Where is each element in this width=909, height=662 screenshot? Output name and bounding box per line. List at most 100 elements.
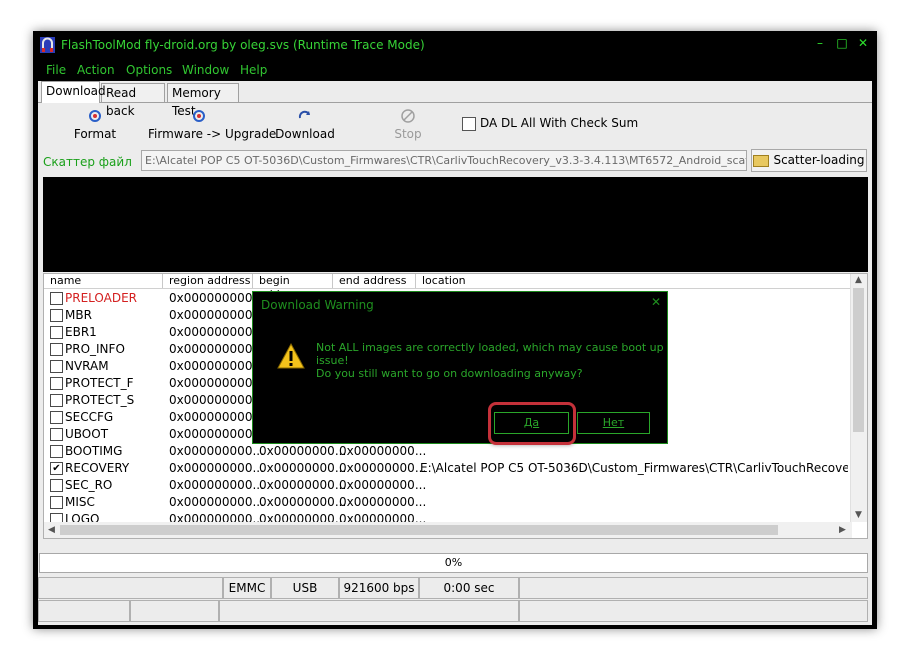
- horizontal-scroll-thumb[interactable]: [60, 525, 778, 535]
- format-icon: [89, 110, 101, 122]
- menu-window[interactable]: Window: [182, 63, 229, 77]
- close-button[interactable]: ✕: [856, 36, 870, 50]
- column-end-address[interactable]: end address: [333, 274, 416, 288]
- tab-memory-test[interactable]: Memory Test: [167, 83, 239, 118]
- row-checkbox[interactable]: [50, 445, 63, 458]
- cell-name: PRELOADER: [65, 291, 138, 305]
- row-checkbox[interactable]: [50, 343, 63, 356]
- title-bar: FlashToolMod fly-droid.org by oleg.svs (…: [33, 31, 877, 60]
- cell-end: 0x00000000...: [339, 461, 427, 475]
- table-row[interactable]: BOOTIMG 0x000000000... 0x00000000... 0x0000…: [44, 442, 852, 459]
- checksum-checkbox[interactable]: [462, 117, 476, 131]
- firmware-upgrade-label: Firmware -> Upgrade: [148, 127, 277, 141]
- row-checkbox[interactable]: [50, 428, 63, 441]
- menu-action[interactable]: Action: [77, 63, 115, 77]
- vertical-scroll-thumb[interactable]: [853, 288, 864, 432]
- tab-divider: [38, 102, 872, 103]
- window-title: FlashToolMod fly-droid.org by oleg.svs (…: [61, 38, 425, 52]
- table-row[interactable]: ✔ RECOVERY 0x000000000... 0x00000000... 0x00…: [44, 459, 852, 476]
- scroll-down-icon[interactable]: ▼: [855, 510, 862, 520]
- maximize-button[interactable]: □: [835, 36, 849, 50]
- column-region-address[interactable]: region address: [163, 274, 253, 288]
- table-row[interactable]: MISC 0x000000000... 0x00000000... 0x0000000…: [44, 493, 852, 510]
- stop-button[interactable]: Stop: [383, 104, 433, 144]
- cell-name: MISC: [65, 495, 95, 509]
- cell-name: EBR1: [65, 325, 97, 339]
- tab-download[interactable]: Download: [41, 81, 106, 103]
- row-checkbox[interactable]: [50, 496, 63, 509]
- dialog-message: Not ALL images are correctly loaded, whi…: [316, 341, 664, 380]
- row-checkbox[interactable]: [50, 292, 63, 305]
- dialog-message-line-2: issue!: [316, 354, 349, 367]
- cell-name: NVRAM: [65, 359, 109, 373]
- cell-location: E:\Alcatel POP C5 OT-5036D\Custom_Firmwa…: [420, 461, 848, 475]
- status-storage: EMMC: [223, 577, 271, 599]
- cell-name: SEC_RO: [65, 478, 113, 492]
- no-button[interactable]: Нет: [577, 412, 650, 434]
- cell-region: 0x000000000...: [169, 393, 264, 407]
- column-begin-address[interactable]: begin address: [253, 274, 333, 301]
- cell-region: 0x000000000...: [169, 478, 264, 492]
- cell-end: 0x00000000...: [339, 495, 427, 509]
- tab-read-back[interactable]: Read back: [101, 83, 165, 118]
- cell-region: 0x000000000...: [169, 495, 264, 509]
- cell-region: 0x000000000...: [169, 359, 264, 373]
- download-icon: [298, 110, 310, 119]
- scatter-file-label: Скаттер файл: [43, 155, 132, 169]
- scatter-loading-button[interactable]: Scatter-loading: [751, 149, 867, 172]
- firmware-upgrade-icon: [193, 110, 205, 122]
- dialog-close-icon[interactable]: ✕: [651, 295, 661, 309]
- cell-name: SECCFG: [65, 410, 114, 424]
- scroll-up-icon[interactable]: ▲: [855, 275, 862, 285]
- column-name[interactable]: name: [44, 274, 163, 288]
- row-checkbox[interactable]: ✔: [50, 462, 63, 475]
- format-button[interactable]: Format: [60, 104, 130, 144]
- table-row[interactable]: SEC_RO 0x000000000... 0x00000000... 0x00000…: [44, 476, 852, 493]
- download-warning-dialog: Download Warning ✕ Not ALL images are co…: [252, 291, 668, 444]
- menu-options[interactable]: Options: [126, 63, 172, 77]
- row-checkbox[interactable]: [50, 411, 63, 424]
- scatter-loading-label: Scatter-loading: [773, 153, 865, 167]
- row-checkbox[interactable]: [50, 377, 63, 390]
- format-label: Format: [73, 127, 117, 141]
- menu-help[interactable]: Help: [240, 63, 267, 77]
- cell-region: 0x000000000...: [169, 308, 264, 322]
- download-label: Download: [275, 127, 335, 141]
- toolbar: Format Firmware -> Upgrade Download Stop: [38, 104, 872, 144]
- row-checkbox[interactable]: [50, 360, 63, 373]
- scatter-file-path[interactable]: E:\Alcatel POP C5 OT-5036D\Custom_Firmwa…: [141, 150, 747, 171]
- status-cell-empty-1: [38, 577, 223, 599]
- status-cell-empty-6: [519, 600, 868, 622]
- cell-region: 0x000000000...: [169, 444, 264, 458]
- cell-begin: 0x00000000...: [259, 495, 347, 509]
- vertical-scrollbar[interactable]: ▲ ▼: [850, 274, 867, 522]
- app-icon: [40, 37, 55, 53]
- status-time: 0:00 sec: [419, 577, 519, 599]
- download-button[interactable]: Download: [273, 104, 337, 144]
- cell-region: 0x000000000...: [169, 376, 264, 390]
- firmware-upgrade-button[interactable]: Firmware -> Upgrade: [148, 104, 277, 144]
- scroll-right-icon[interactable]: ▶: [839, 525, 846, 535]
- status-cell-empty-4: [130, 600, 219, 622]
- cell-region: 0x000000000...: [169, 410, 264, 424]
- status-cell-empty-5: [219, 600, 519, 622]
- stop-icon: [401, 109, 415, 123]
- minimize-button[interactable]: –: [813, 36, 827, 50]
- cell-begin: 0x00000000...: [259, 478, 347, 492]
- column-location[interactable]: location: [416, 274, 852, 288]
- row-checkbox[interactable]: [50, 309, 63, 322]
- cell-name: BOOTIMG: [65, 444, 123, 458]
- scroll-left-icon[interactable]: ◀: [48, 525, 55, 535]
- horizontal-scrollbar[interactable]: ◀ ▶: [44, 522, 852, 538]
- folder-icon: [753, 154, 770, 167]
- menu-file[interactable]: File: [46, 63, 66, 77]
- cell-region: 0x000000000...: [169, 461, 264, 475]
- cell-name: PRO_INFO: [65, 342, 125, 356]
- cell-region: 0x000000000...: [169, 325, 264, 339]
- cell-region: 0x000000000...: [169, 342, 264, 356]
- row-checkbox[interactable]: [50, 394, 63, 407]
- status-port: USB: [271, 577, 339, 599]
- row-checkbox[interactable]: [50, 326, 63, 339]
- row-checkbox[interactable]: [50, 479, 63, 492]
- checksum-label: DA DL All With Check Sum: [480, 116, 639, 130]
